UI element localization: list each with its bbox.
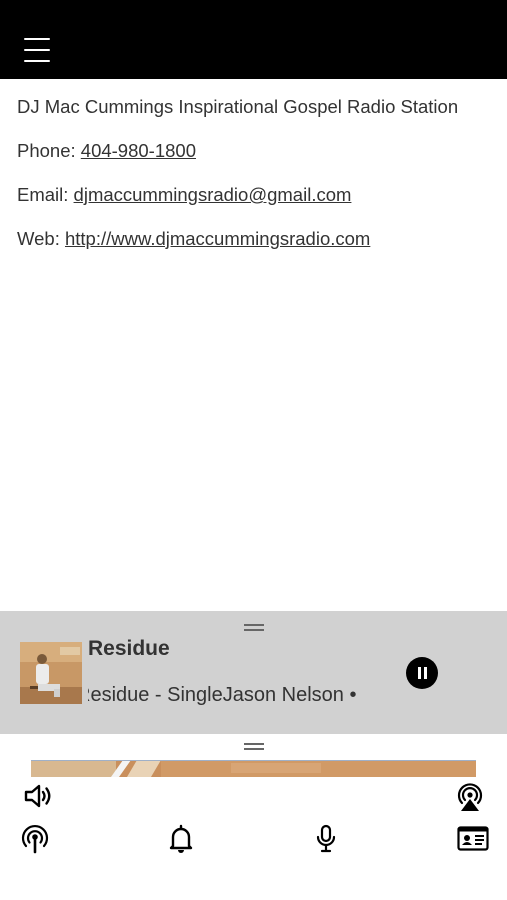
web-link[interactable]: http://www.djmaccummingsradio.com <box>65 228 370 249</box>
station-name: DJ Mac Cummings Inspirational Gospel Rad… <box>17 96 459 117</box>
top-bar <box>0 0 507 79</box>
pause-button[interactable] <box>406 657 438 689</box>
phone-row: Phone: 404-980-1800 <box>17 140 497 162</box>
web-label: Web: <box>17 228 65 249</box>
email-row: Email: djmaccummingsradio@gmail.com <box>17 184 497 206</box>
song-subtitle-marquee: Residue - SingleJason Nelson • <box>88 684 388 710</box>
hamburger-menu-icon[interactable] <box>24 38 50 64</box>
song-subtitle: Residue - SingleJason Nelson • <box>88 684 357 706</box>
expand-drag-handle[interactable] <box>244 743 264 751</box>
artwork-banner <box>31 760 476 777</box>
volume-icon[interactable] <box>24 782 54 815</box>
album-cover <box>20 642 82 704</box>
phone-link[interactable]: 404-980-1800 <box>81 140 196 161</box>
pause-icon-bar <box>424 667 427 679</box>
airplay-icon[interactable] <box>454 781 486 818</box>
player-drag-handle[interactable] <box>244 624 264 632</box>
podcast-icon[interactable] <box>20 824 50 859</box>
contact-card-icon[interactable] <box>457 826 489 857</box>
song-title: Residue <box>88 637 170 660</box>
pause-icon <box>418 667 421 679</box>
microphone-icon[interactable] <box>314 824 338 859</box>
email-link[interactable]: djmaccummingsradio@gmail.com <box>74 184 352 205</box>
web-row: Web: http://www.djmaccummingsradio.com <box>17 228 497 250</box>
phone-label: Phone: <box>17 140 81 161</box>
email-label: Email: <box>17 184 74 205</box>
contact-info: DJ Mac Cummings Inspirational Gospel Rad… <box>17 96 497 272</box>
bell-icon[interactable] <box>168 824 194 859</box>
